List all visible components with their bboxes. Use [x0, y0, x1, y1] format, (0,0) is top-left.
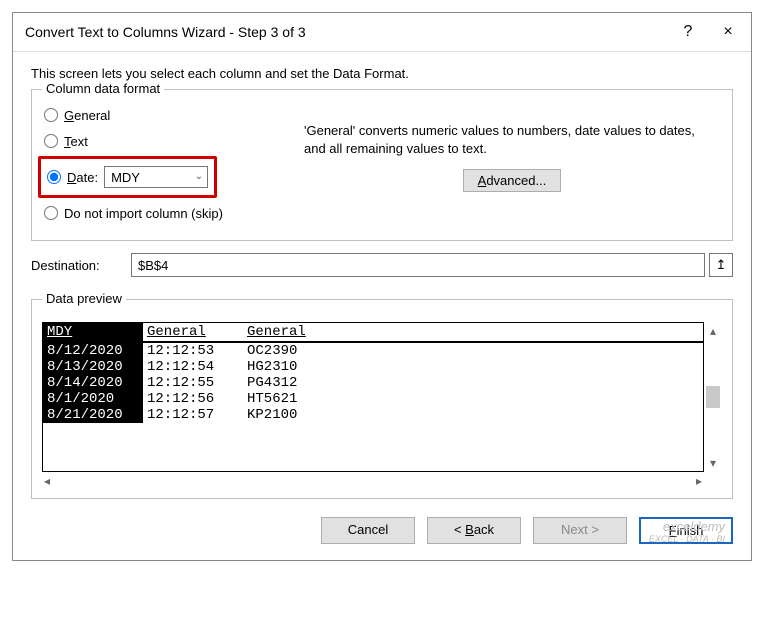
legend-data-preview: Data preview [42, 291, 126, 306]
cell-code: KP2100 [243, 407, 703, 423]
fieldset-data-preview: Data preview MDY General General 8/12/20… [31, 299, 733, 499]
close-icon[interactable]: × [717, 21, 739, 43]
preview-header-c3[interactable]: General [243, 323, 703, 341]
finish-button[interactable]: Finish [639, 517, 733, 544]
scroll-left-icon[interactable]: ◂ [42, 474, 52, 488]
preview-header: MDY General General [43, 323, 703, 343]
radio-text[interactable]: Text [44, 130, 294, 152]
radio-general-input[interactable] [44, 108, 58, 122]
dialog-body: This screen lets you select each column … [13, 52, 751, 560]
radio-column: General Text Date: MDY ⌄ [44, 100, 294, 228]
cell-date: 8/13/2020 [43, 359, 143, 375]
back-button[interactable]: < Back [427, 517, 521, 544]
cell-date: 8/1/2020 [43, 391, 143, 407]
radio-general-label: General [64, 108, 110, 123]
cell-date: 8/14/2020 [43, 375, 143, 391]
date-format-value: MDY [111, 170, 140, 185]
radio-text-label: Text [64, 134, 88, 149]
table-row[interactable]: 8/1/202012:12:56HT5621 [43, 391, 703, 407]
horizontal-scrollbar[interactable]: ◂ ▸ [42, 474, 722, 488]
cell-code: OC2390 [243, 343, 703, 359]
destination-input[interactable]: $B$4 [131, 253, 705, 277]
fieldset-column-format: Column data format General Text Date: [31, 89, 733, 241]
titlebar: Convert Text to Columns Wizard - Step 3 … [13, 13, 751, 52]
cell-time: 12:12:53 [143, 343, 243, 359]
cancel-button[interactable]: Cancel [321, 517, 415, 544]
cell-time: 12:12:54 [143, 359, 243, 375]
cell-time: 12:12:57 [143, 407, 243, 423]
scroll-thumb[interactable] [706, 386, 720, 408]
date-format-select[interactable]: MDY ⌄ [104, 166, 208, 188]
scroll-down-icon[interactable]: ▾ [708, 454, 718, 472]
preview-header-c1[interactable]: MDY [43, 323, 143, 341]
scroll-up-icon[interactable]: ▴ [708, 322, 718, 340]
format-hint-column: 'General' converts numeric values to num… [294, 100, 720, 228]
footer-buttons: Cancel < Back Next > Finish [31, 513, 733, 544]
preview-grid[interactable]: MDY General General 8/12/202012:12:53OC2… [42, 322, 704, 472]
radio-general[interactable]: General [44, 104, 294, 126]
preview-header-c2[interactable]: General [143, 323, 243, 341]
cell-time: 12:12:56 [143, 391, 243, 407]
destination-label: Destination: [31, 258, 131, 273]
destination-row: Destination: $B$4 ↥ [31, 253, 733, 277]
radio-skip[interactable]: Do not import column (skip) [44, 202, 294, 224]
next-button[interactable]: Next > [533, 517, 627, 544]
radio-skip-input[interactable] [44, 206, 58, 220]
highlight-date-row: Date: MDY ⌄ [38, 156, 217, 198]
cell-date: 8/21/2020 [43, 407, 143, 423]
cell-code: HG2310 [243, 359, 703, 375]
dialog-convert-text-to-columns: Convert Text to Columns Wizard - Step 3 … [12, 12, 752, 561]
legend-column-format: Column data format [42, 81, 164, 96]
radio-text-input[interactable] [44, 134, 58, 148]
cell-time: 12:12:55 [143, 375, 243, 391]
preview-rows: 8/12/202012:12:53OC23908/13/202012:12:54… [43, 343, 703, 423]
chevron-down-icon: ⌄ [195, 171, 203, 182]
table-row[interactable]: 8/12/202012:12:53OC2390 [43, 343, 703, 359]
scroll-right-icon[interactable]: ▸ [694, 474, 704, 488]
radio-date[interactable]: Date: MDY ⌄ [47, 166, 208, 188]
help-icon[interactable]: ? [677, 21, 699, 43]
collapse-dialog-icon[interactable]: ↥ [709, 253, 733, 277]
radio-skip-label: Do not import column (skip) [64, 206, 223, 221]
cell-date: 8/12/2020 [43, 343, 143, 359]
advanced-button[interactable]: Advanced... [463, 169, 562, 192]
dialog-title: Convert Text to Columns Wizard - Step 3 … [25, 24, 659, 40]
cell-code: HT5621 [243, 391, 703, 407]
table-row[interactable]: 8/21/202012:12:57KP2100 [43, 407, 703, 423]
table-row[interactable]: 8/13/202012:12:54HG2310 [43, 359, 703, 375]
intro-text: This screen lets you select each column … [31, 66, 733, 81]
cell-code: PG4312 [243, 375, 703, 391]
table-row[interactable]: 8/14/202012:12:55PG4312 [43, 375, 703, 391]
radio-date-label: Date: [67, 170, 98, 185]
format-hint: 'General' converts numeric values to num… [304, 122, 720, 157]
radio-date-input[interactable] [47, 170, 61, 184]
vertical-scrollbar[interactable]: ▴ ▾ [704, 322, 722, 472]
